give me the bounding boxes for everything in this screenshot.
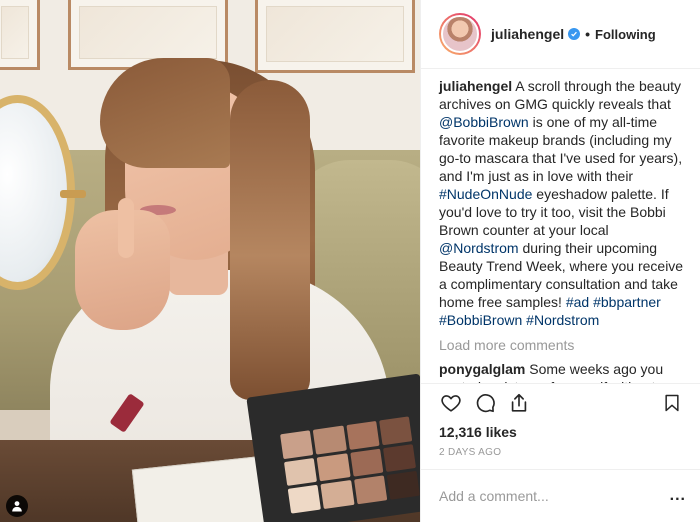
post-panel: juliahengel • Following juliahengel A sc… (420, 0, 700, 522)
hashtag-link[interactable]: #NudeOnNude (439, 186, 532, 202)
caption-username[interactable]: juliahengel (439, 78, 512, 94)
more-options-icon[interactable]: ... (670, 487, 686, 505)
hair-side (230, 80, 310, 400)
mirror-arm (60, 190, 86, 198)
wall-frame (255, 0, 415, 73)
comment-username[interactable]: ponygalglam (439, 361, 525, 377)
mention-link[interactable]: @BobbiBrown (439, 114, 529, 130)
likes-count[interactable]: 12,316 likes (421, 421, 700, 443)
add-comment-bar: ... (421, 469, 700, 522)
post-timestamp: 2 DAYS AGO (439, 447, 502, 458)
hashtag-link[interactable]: #Nordstrom (526, 312, 599, 328)
hashtag-link[interactable]: #ad (566, 294, 589, 310)
add-comment-input[interactable] (439, 488, 670, 504)
comments-section: juliahengel A scroll through the beauty … (421, 69, 700, 383)
hashtag-link[interactable]: #bbpartner (593, 294, 661, 310)
post-photo[interactable] (0, 0, 420, 522)
hashtag-link[interactable]: #BobbiBrown (439, 312, 522, 328)
avatar-image (441, 15, 479, 53)
instagram-post: juliahengel • Following juliahengel A sc… (0, 0, 700, 522)
action-bar (421, 383, 700, 421)
heart-icon[interactable] (437, 389, 465, 417)
user-tag-icon[interactable] (6, 495, 28, 517)
person-icon (12, 501, 22, 512)
caption: juliahengel A scroll through the beauty … (439, 77, 684, 329)
finger (118, 198, 134, 258)
hair-bangs (100, 58, 230, 168)
separator-dot: • (585, 26, 591, 42)
following-button[interactable]: Following (595, 27, 656, 42)
mention-link[interactable]: @Nordstrom (439, 240, 519, 256)
bookmark-icon[interactable] (658, 389, 686, 417)
share-upload-icon[interactable] (505, 389, 533, 417)
load-more-comments[interactable]: Load more comments (439, 336, 684, 354)
comment-bubble-icon[interactable] (471, 389, 499, 417)
post-header: juliahengel • Following (421, 0, 700, 69)
wall-frame (0, 0, 40, 70)
avatar[interactable] (439, 13, 481, 55)
header-username[interactable]: juliahengel (491, 26, 564, 42)
verified-check-icon (568, 28, 581, 40)
comment: ponygalglam Some weeks ago you posted a … (439, 360, 684, 383)
